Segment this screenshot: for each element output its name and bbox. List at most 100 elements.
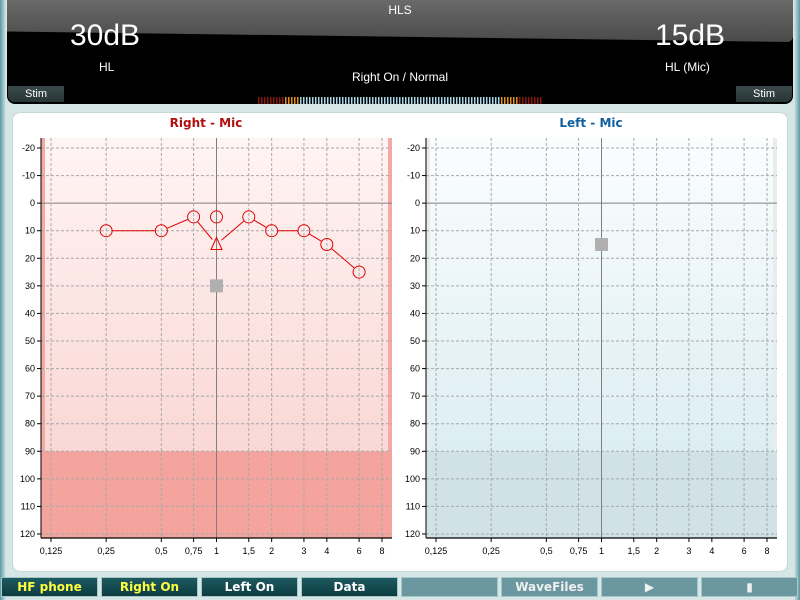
vu-tick <box>303 97 305 104</box>
vu-tick <box>480 97 482 104</box>
vu-tick <box>339 97 341 104</box>
y-tick-label: 30 <box>25 281 35 291</box>
vu-tick <box>336 97 338 104</box>
y-tick-label: 120 <box>20 529 35 539</box>
y-tick-label: 80 <box>410 419 420 429</box>
vu-tick <box>459 97 461 104</box>
vu-label: 0 <box>495 88 500 97</box>
vu-tick <box>447 97 449 104</box>
stim-right-button[interactable]: Stim <box>736 86 792 102</box>
vu-tick <box>513 97 515 104</box>
wavefiles-button[interactable]: WaveFiles <box>501 577 598 597</box>
right-audiogram[interactable]: -20 -10 0 10 20 30 40 50 60 70 80 90 100 110 120 0,125 0… <box>4 130 396 570</box>
left-on-button[interactable]: Left On <box>201 577 298 597</box>
vu-tick <box>369 97 371 104</box>
x-tick-label: 1 <box>214 546 219 556</box>
y-tick-label: -20 <box>22 143 35 153</box>
vu-tick <box>489 97 491 104</box>
x-tick-label: 4 <box>324 546 329 556</box>
x-tick-label: 3 <box>686 546 691 556</box>
vu-tick <box>267 97 269 104</box>
hf-phone-button[interactable]: HF phone <box>1 577 98 597</box>
y-tick-label: 110 <box>406 501 420 511</box>
y-tick-label: 90 <box>410 446 420 456</box>
vu-tick <box>276 97 278 104</box>
vu-tick <box>516 97 518 104</box>
vu-tick <box>372 97 374 104</box>
vu-tick <box>465 97 467 104</box>
right-on-button[interactable]: Right On <box>101 577 198 597</box>
stop-button[interactable]: ▮ <box>701 577 798 597</box>
vu-tick <box>384 97 386 104</box>
stop-icon: ▮ <box>746 580 753 594</box>
display-title: HLS <box>388 3 412 17</box>
vu-tick <box>519 97 521 104</box>
vu-tick <box>327 97 329 104</box>
vu-tick <box>483 97 485 104</box>
play-button[interactable]: ▶ <box>601 577 698 597</box>
vu-tick <box>375 97 377 104</box>
y-tick-label: 20 <box>25 253 35 263</box>
left-audiogram[interactable]: -20 -10 0 10 20 30 40 50 60 70 80 90 100 110 120 0,125 0… <box>389 130 781 570</box>
y-tick-label: 70 <box>25 391 35 401</box>
vu-tick <box>345 97 347 104</box>
vu-tick <box>411 97 413 104</box>
vu-tick <box>357 97 359 104</box>
vu-tick <box>441 97 443 104</box>
data-button[interactable]: Data <box>301 577 398 597</box>
vu-tick <box>450 97 452 104</box>
button-label: Data <box>333 580 366 594</box>
x-tick-label: 0,25 <box>482 546 500 556</box>
vu-tick <box>288 97 290 104</box>
vu-tick <box>342 97 344 104</box>
empty-button[interactable] <box>401 577 498 597</box>
y-tick-label: 90 <box>25 446 35 456</box>
vu-tick <box>309 97 311 104</box>
x-tick-label: 1,5 <box>243 546 256 556</box>
vu-tick <box>381 97 383 104</box>
vu-tick <box>504 97 506 104</box>
vu-tick <box>417 97 419 104</box>
vu-tick <box>297 97 299 104</box>
vu-tick <box>354 97 356 104</box>
y-tick-label: 60 <box>25 364 35 374</box>
vu-tick <box>300 97 302 104</box>
y-tick-label: 80 <box>25 419 35 429</box>
stimulus-marker <box>210 279 223 293</box>
vu-tick <box>423 97 425 104</box>
vu-tick <box>324 97 326 104</box>
vu-tick <box>258 97 260 104</box>
vu-tick <box>306 97 308 104</box>
vu-tick <box>291 97 293 104</box>
vu-tick <box>318 97 320 104</box>
bottom-toolbar: HF phone Right On Left On Data WaveFiles ▶ ▮ <box>0 577 800 600</box>
x-tick-label: 2 <box>654 546 659 556</box>
vu-label: 3 <box>255 88 260 97</box>
y-tick-label: 0 <box>415 198 420 208</box>
y-tick-label: 20 <box>410 253 420 263</box>
vu-tick <box>408 97 410 104</box>
vu-tick <box>402 97 404 104</box>
vu-tick <box>321 97 323 104</box>
y-tick-label: 30 <box>410 281 420 291</box>
vu-tick <box>393 97 395 104</box>
vu-tick <box>456 97 458 104</box>
vu-tick <box>366 97 368 104</box>
x-tick-label: 4 <box>709 546 714 556</box>
right-level: 15dB <box>655 19 726 52</box>
x-tick-label: 0,25 <box>97 546 115 556</box>
vu-tick <box>495 97 497 104</box>
vu-tick <box>525 97 527 104</box>
x-tick-label: 0,125 <box>425 546 448 556</box>
vu-tick <box>414 97 416 104</box>
vu-tick <box>363 97 365 104</box>
vu-tick <box>360 97 362 104</box>
vu-meter: 3 0 -20 0 3 <box>255 88 545 104</box>
button-label: HF phone <box>17 580 82 594</box>
stim-left-button[interactable]: Stim <box>8 86 64 102</box>
left-chart-title: Left - Mic <box>559 116 623 130</box>
y-tick-label: -10 <box>407 171 420 181</box>
x-tick-label: 0,125 <box>40 546 63 556</box>
vu-tick <box>279 97 281 104</box>
vu-tick <box>330 97 332 104</box>
